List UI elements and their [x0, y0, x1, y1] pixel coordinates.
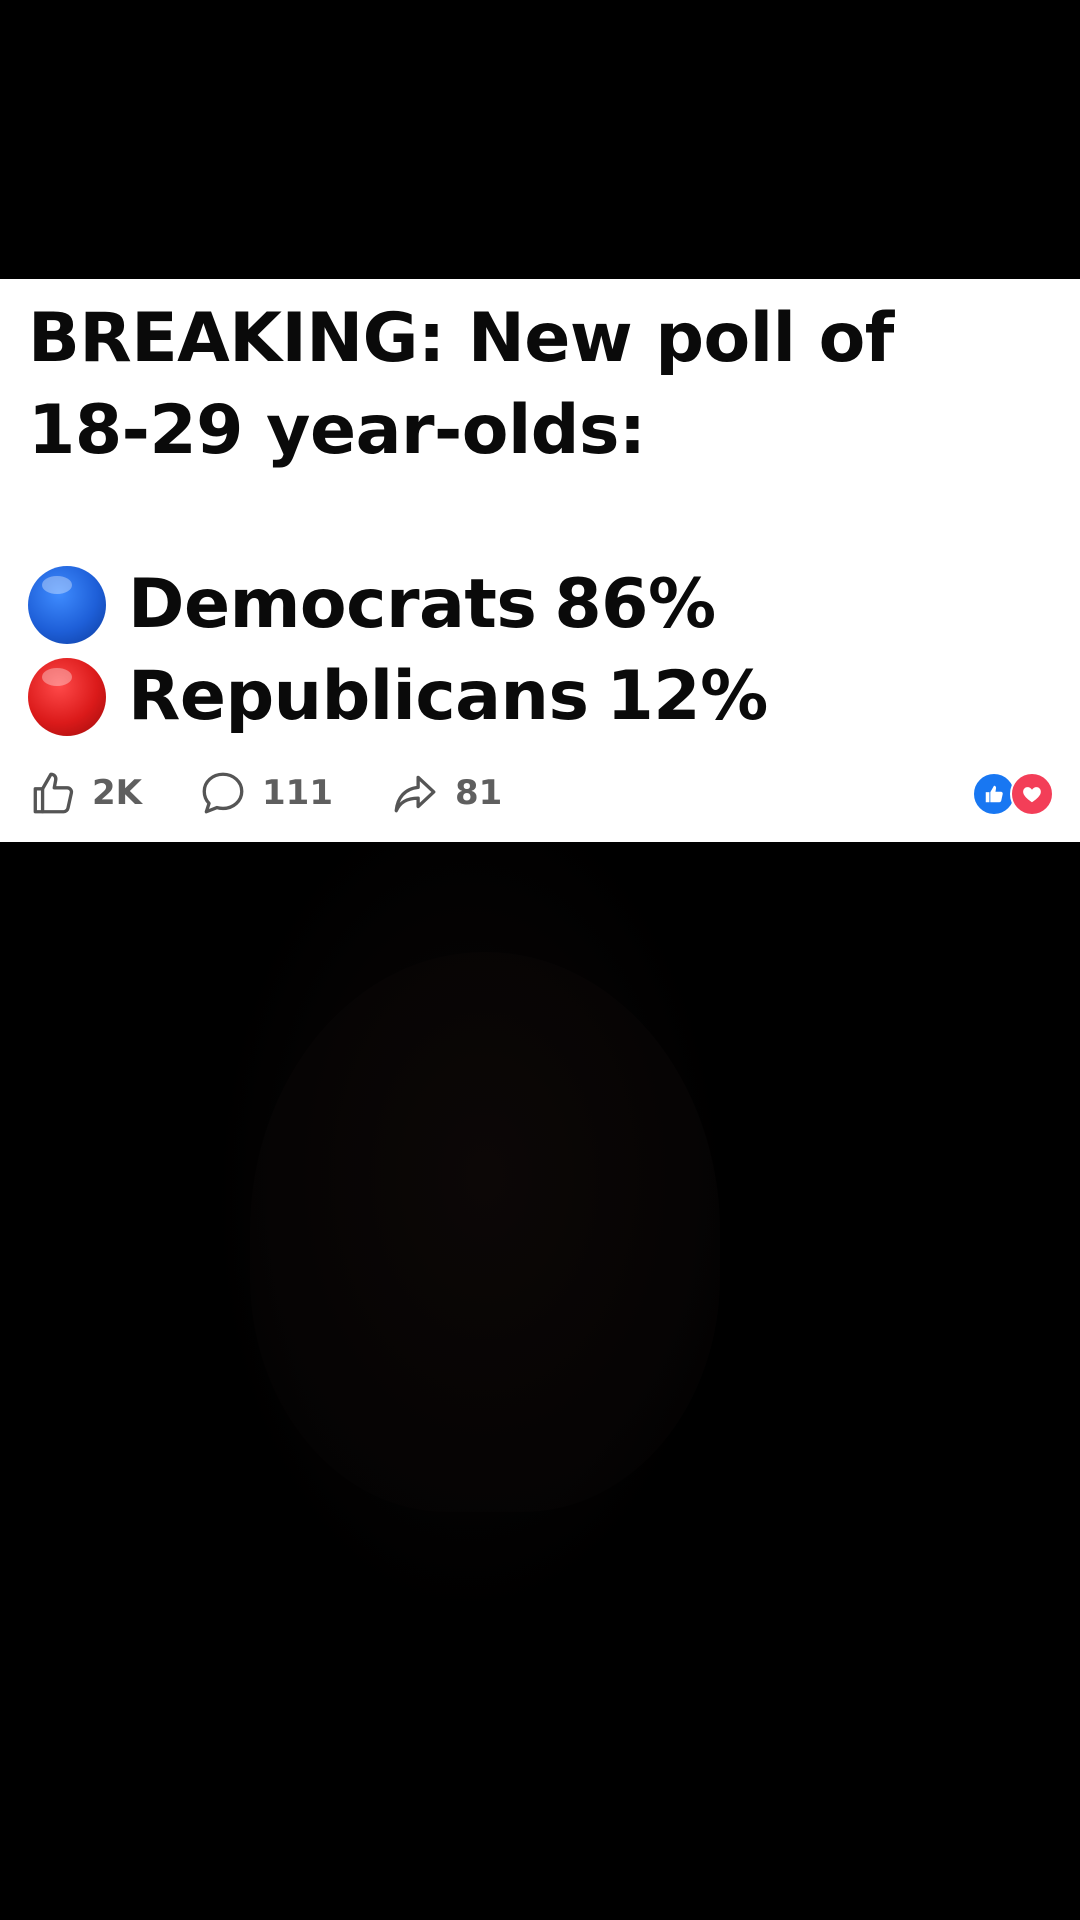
red-circle-icon: [28, 658, 106, 736]
headline-line-2: 18-29 year-olds:: [28, 391, 646, 470]
poll-percent: 12%: [606, 657, 768, 736]
top-black-bar: [0, 0, 1080, 279]
share-arrow-icon: [394, 775, 436, 813]
post-headline: BREAKING: New poll of 18-29 year-olds:: [28, 293, 1058, 477]
thumbs-up-icon: [33, 772, 74, 814]
screen: BREAKING: New poll of 18-29 year-olds: De…: [0, 0, 1080, 1920]
poll-label-republicans: Republicans 12%: [128, 651, 768, 743]
love-reaction-icon: [1010, 772, 1054, 816]
like-count: 2K: [92, 773, 143, 813]
poll-party: Democrats: [128, 565, 537, 644]
comment-count: 111: [262, 773, 333, 813]
reaction-summary[interactable]: [972, 772, 1054, 816]
post-card: BREAKING: New poll of 18-29 year-olds: De…: [0, 279, 1080, 842]
headline-line-1: BREAKING: New poll of: [28, 299, 894, 378]
comment-button[interactable]: 111: [198, 768, 333, 818]
poll-results: Democrats 86% Republicans 12%: [28, 559, 1058, 743]
poll-label-democrats: Democrats 86%: [128, 559, 716, 651]
like-button[interactable]: 2K: [28, 768, 142, 818]
poll-percent: 86%: [554, 565, 716, 644]
dark-video-background: [0, 842, 1080, 1920]
poll-row-republicans: Republicans 12%: [28, 651, 1058, 743]
person-silhouette: [250, 952, 720, 1512]
poll-party: Republicans: [128, 657, 589, 736]
blue-circle-icon: [28, 566, 106, 644]
comment-bubble-icon: [202, 772, 244, 814]
action-bar: 2K 111 81: [28, 763, 558, 823]
share-count: 81: [455, 773, 503, 813]
share-button[interactable]: 81: [389, 768, 502, 818]
poll-row-democrats: Democrats 86%: [28, 559, 1058, 651]
